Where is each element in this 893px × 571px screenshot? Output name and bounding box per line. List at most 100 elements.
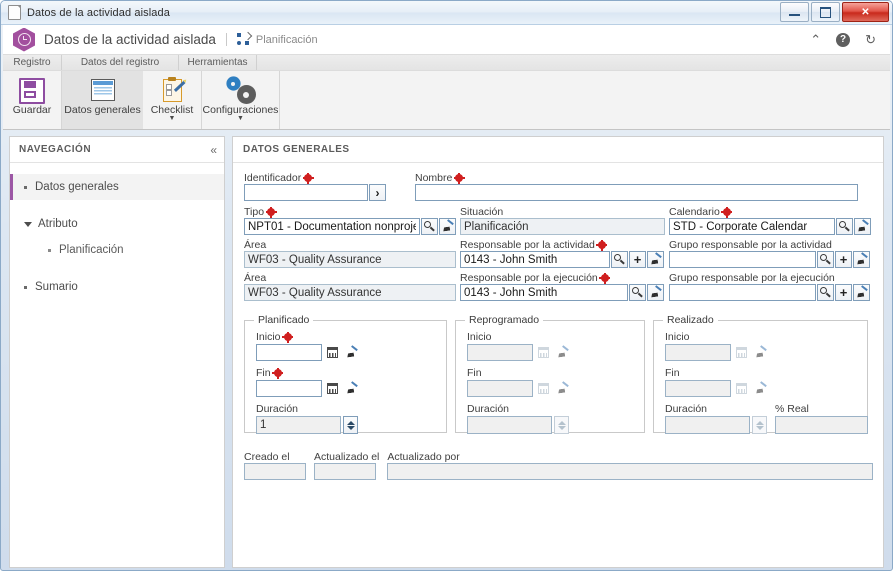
form-row-tipo: Tipo Situación — [244, 206, 872, 235]
plus-icon: + — [839, 284, 848, 300]
planificado-fin-calendar-button[interactable] — [324, 380, 341, 397]
label-text: Creado el — [244, 451, 290, 463]
collapse-chevrons-icon[interactable]: ⌃ — [810, 33, 821, 46]
header-separator — [225, 33, 227, 46]
area-ejecucion-input — [244, 284, 456, 301]
bullet-icon — [48, 248, 51, 252]
responsable-ejecucion-clear-button[interactable] — [647, 284, 664, 301]
brush-icon — [755, 347, 767, 359]
refresh-icon[interactable]: ↻ — [865, 33, 876, 46]
planificado-fin-clear-button[interactable] — [343, 380, 360, 397]
responsable-actividad-clear-button[interactable] — [647, 251, 664, 268]
sidebar-item-atributo[interactable]: Atributo — [10, 211, 224, 237]
area-label: Área — [244, 239, 456, 251]
window-controls: ✕ — [778, 2, 889, 22]
tipo-search-button[interactable] — [421, 218, 438, 235]
grupo-actividad-clear-button[interactable] — [853, 251, 870, 268]
maximize-button[interactable] — [811, 2, 840, 22]
responsable-actividad-add-button[interactable]: + — [629, 251, 646, 268]
tipo-input[interactable] — [244, 218, 420, 235]
field-porcentaje-real: % Real — [775, 403, 868, 434]
planificado-duracion-stepper[interactable] — [343, 416, 358, 434]
reprogramado-duracion-stepper — [554, 416, 569, 434]
configuraciones-button[interactable]: Configuraciones ▼ — [202, 71, 279, 129]
fieldset-legend: Reprogramado — [465, 314, 544, 326]
save-button[interactable]: Guardar — [3, 71, 61, 129]
area-label-text: Área — [244, 239, 267, 251]
realizado-duracion-label: Duración — [665, 403, 767, 415]
grupo-actividad-add-button[interactable]: + — [835, 251, 852, 268]
responsable-actividad-input[interactable] — [460, 251, 610, 268]
planificado-inicio-calendar-button[interactable] — [324, 344, 341, 361]
realizado-inicio-calendar-button — [733, 344, 750, 361]
magnifier-icon — [424, 221, 435, 232]
nombre-input[interactable] — [415, 184, 858, 201]
sidebar-item-sumario[interactable]: Sumario — [10, 274, 224, 300]
grupo-ejecucion-search-button[interactable] — [817, 284, 834, 301]
ribbon: Registro Datos del registro Herramientas… — [3, 55, 890, 130]
checklist-button[interactable]: Checklist ▼ — [143, 71, 201, 129]
responsable-actividad-search-button[interactable] — [611, 251, 628, 268]
identificador-go-button[interactable]: › — [369, 184, 386, 201]
required-marker-icon — [596, 239, 608, 251]
responsable-ejecucion-input[interactable] — [460, 284, 628, 301]
minimize-button[interactable] — [780, 2, 809, 22]
ribbon-group-herramientas: Configuraciones ▼ — [202, 71, 280, 129]
grupo-ejecucion-add-button[interactable]: + — [835, 284, 852, 301]
configuraciones-caret-icon[interactable]: ▼ — [237, 115, 244, 122]
realizado-inicio-label: Inicio — [665, 331, 856, 343]
sidebar-item-datos-generales[interactable]: Datos generales — [10, 174, 224, 200]
identificador-input[interactable] — [244, 184, 368, 201]
situacion-input — [460, 218, 665, 235]
field-creado-el: Creado el — [244, 451, 306, 480]
help-icon[interactable]: ? — [836, 32, 851, 47]
activity-clock-icon — [13, 27, 35, 52]
calendario-search-button[interactable] — [836, 218, 853, 235]
responsable-actividad-label: Responsable por la actividad — [460, 239, 665, 251]
brush-icon — [856, 287, 868, 299]
sidebar-item-planificacion[interactable]: Planificación — [10, 237, 224, 263]
required-marker-icon — [721, 206, 733, 218]
sidebar-header: NAVEGACIÓN « — [10, 137, 224, 163]
brush-icon — [857, 221, 869, 233]
bullet-icon — [24, 185, 27, 189]
brush-icon — [650, 254, 662, 266]
planificado-fin-input[interactable] — [256, 380, 322, 397]
tipo-label-text: Tipo — [244, 206, 265, 218]
workflow-icon — [236, 31, 253, 46]
fieldset-reprogramado: Reprogramado Inicio Fin Duración — [455, 314, 645, 434]
brush-icon — [346, 383, 358, 395]
brush-icon — [346, 347, 358, 359]
calendario-input[interactable] — [669, 218, 835, 235]
tipo-label: Tipo — [244, 206, 456, 218]
sidebar-collapse-icon[interactable]: « — [210, 143, 217, 157]
close-icon: ✕ — [861, 6, 870, 18]
field-area-actividad: Área — [244, 239, 456, 268]
grupo-ejecucion-label-text: Grupo responsable por la ejecución — [669, 272, 835, 284]
area-label: Área — [244, 272, 456, 284]
tipo-clear-button[interactable] — [439, 218, 456, 235]
porcentaje-real-input — [775, 416, 868, 434]
responsable-ejecucion-search-button[interactable] — [629, 284, 646, 301]
checklist-caret-icon[interactable]: ▼ — [169, 115, 176, 122]
calendario-clear-button[interactable] — [854, 218, 871, 235]
planificado-inicio-clear-button[interactable] — [343, 344, 360, 361]
grupo-ejecucion-clear-button[interactable] — [853, 284, 870, 301]
planificado-inicio-input[interactable] — [256, 344, 322, 361]
grupo-actividad-input[interactable] — [669, 251, 816, 268]
label-text: Duración — [665, 403, 708, 415]
realizado-fin-clear-button — [752, 380, 769, 397]
grupo-actividad-search-button[interactable] — [817, 251, 834, 268]
ribbon-tab-filler — [257, 55, 890, 70]
checklist-icon — [159, 76, 185, 102]
field-grupo-actividad: Grupo responsable por la actividad + — [669, 239, 871, 268]
actualizado-por-input — [387, 463, 874, 480]
label-text: Actualizado el — [314, 451, 380, 463]
datos-generales-button[interactable]: Datos generales — [62, 71, 143, 129]
ribbon-group-label-registro: Registro — [3, 55, 62, 70]
field-area-ejecucion: Área — [244, 272, 456, 301]
required-marker-icon — [453, 172, 465, 184]
grupo-ejecucion-input[interactable] — [669, 284, 816, 301]
app-header: Datos de la actividad aislada Planificac… — [3, 25, 890, 55]
close-button[interactable]: ✕ — [842, 2, 889, 22]
